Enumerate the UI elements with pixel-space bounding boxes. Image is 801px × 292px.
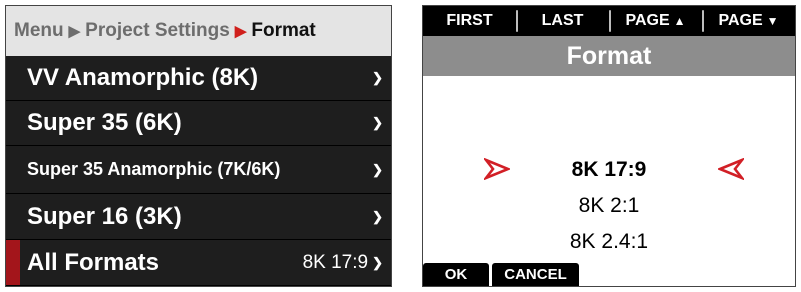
bottom-softkey-bar: OK CANCEL bbox=[423, 263, 582, 286]
menu-item-super-16[interactable]: Super 16 (3K) ❯ bbox=[6, 194, 391, 240]
menu-item-label: Super 35 Anamorphic (7K/6K) bbox=[27, 159, 281, 179]
menu-item-label: Super 35 (6K) bbox=[27, 109, 182, 136]
dialog-title-text: Format bbox=[566, 41, 652, 70]
softkey-label: PAGE bbox=[718, 12, 763, 29]
menu-item-super-35-anamorphic[interactable]: Super 35 Anamorphic (7K/6K) ❯ bbox=[6, 146, 391, 194]
menu-item-label: All Formats bbox=[27, 248, 160, 276]
softkey-page-down[interactable]: PAGE ▼ bbox=[702, 6, 795, 36]
ok-label: OK bbox=[444, 266, 468, 283]
menu-panel: Menu ▶ Project Settings ▶ Format VV Anam… bbox=[5, 5, 392, 287]
menu-item-super-35[interactable]: Super 35 (6K) ❯ bbox=[6, 101, 391, 146]
selection-indicator bbox=[6, 240, 20, 285]
chevron-down-icon: ❯ bbox=[372, 161, 383, 177]
chevron-down-icon: ❯ bbox=[372, 254, 383, 270]
softkey-label: PAGE bbox=[625, 12, 670, 29]
chevron-down-icon: ❯ bbox=[372, 115, 383, 130]
softkey-label: FIRST bbox=[446, 12, 493, 29]
breadcrumb-current: Format bbox=[251, 20, 316, 41]
softkey-label: LAST bbox=[541, 12, 584, 29]
breadcrumb-menu[interactable]: Menu bbox=[14, 20, 64, 42]
dialog-title: Format bbox=[423, 36, 795, 76]
menu-item-all-formats[interactable]: All Formats 8K 17:9 ❯ bbox=[6, 240, 391, 286]
ok-button[interactable]: OK bbox=[423, 263, 489, 286]
softkey-first[interactable]: FIRST bbox=[423, 6, 516, 36]
softkey-last[interactable]: LAST bbox=[516, 6, 609, 36]
breadcrumb-separator-icon: ▶ bbox=[68, 23, 81, 40]
format-option-selected[interactable]: 8K 17:9 bbox=[423, 158, 795, 182]
format-option[interactable]: 8K 2:1 bbox=[423, 194, 795, 218]
breadcrumb-project-settings[interactable]: Project Settings bbox=[85, 20, 230, 42]
breadcrumb-separator-active-icon: ▶ bbox=[234, 23, 247, 40]
triangle-down-icon: ▼ bbox=[766, 14, 779, 28]
softkey-bar: FIRST LAST PAGE ▲ PAGE ▼ bbox=[423, 6, 795, 36]
chevron-down-icon: ❯ bbox=[372, 208, 383, 224]
breadcrumb: Menu ▶ Project Settings ▶ Format bbox=[6, 6, 391, 56]
menu-item-label: VV Anamorphic (8K) bbox=[27, 64, 259, 91]
chevron-down-icon: ❯ bbox=[372, 70, 383, 85]
menu-item-label: Super 16 (3K) bbox=[27, 202, 182, 230]
menu-item-value: 8K 17:9 bbox=[302, 251, 369, 273]
cancel-button[interactable]: CANCEL bbox=[492, 263, 579, 286]
triangle-up-icon: ▲ bbox=[673, 14, 686, 28]
menu-item-vv-anamorphic[interactable]: VV Anamorphic (8K) ❯ bbox=[6, 56, 391, 101]
format-option[interactable]: 8K 2.4:1 bbox=[423, 230, 795, 254]
format-dialog: FIRST LAST PAGE ▲ PAGE ▼ Format 8K 17:9 … bbox=[422, 5, 796, 287]
cancel-label: CANCEL bbox=[504, 266, 567, 283]
softkey-page-up[interactable]: PAGE ▲ bbox=[609, 6, 702, 36]
